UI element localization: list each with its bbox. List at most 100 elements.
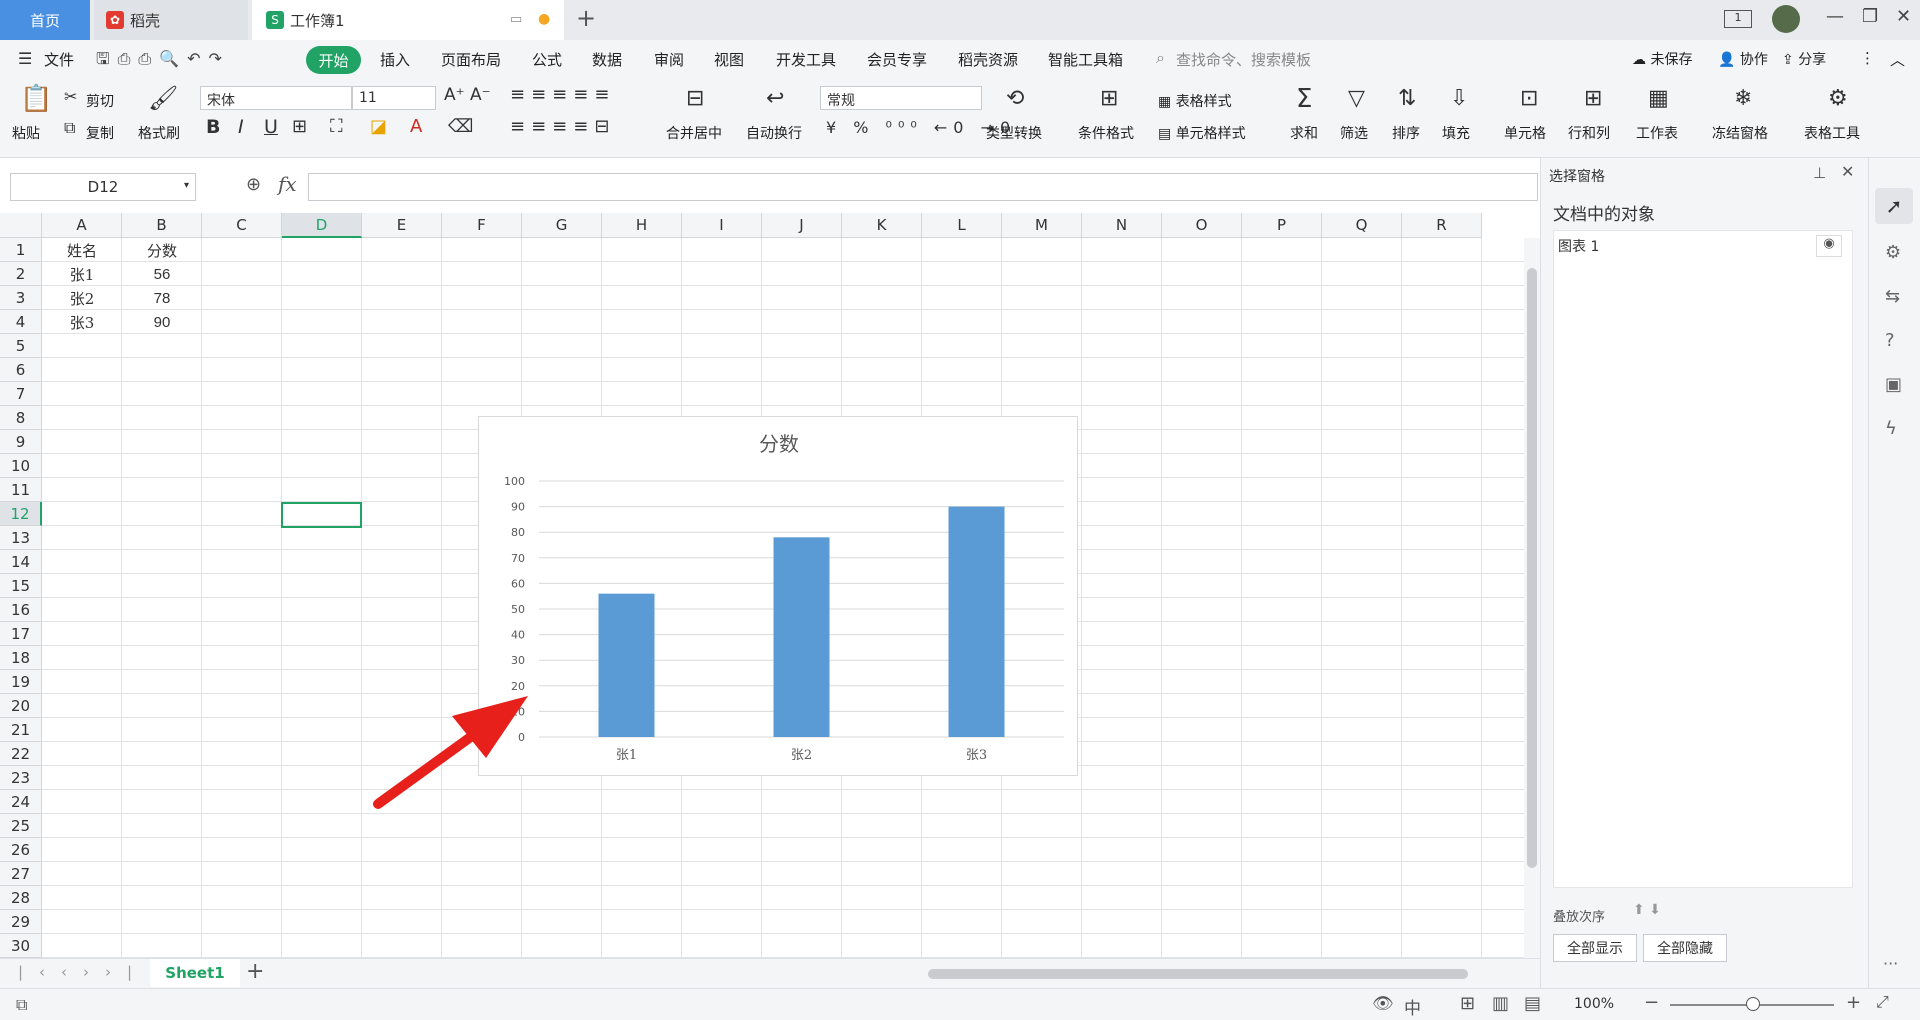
col-header-m[interactable]: M — [1002, 213, 1082, 238]
clear-icon[interactable]: ⌫ — [448, 118, 473, 136]
row-header-30[interactable]: 30 — [0, 934, 42, 958]
col-header-j[interactable]: J — [762, 213, 842, 238]
more-options-icon[interactable]: ··· — [1883, 954, 1898, 973]
selection-pane-title[interactable]: 选择窗格 — [1549, 166, 1605, 186]
cell-b3[interactable]: 78 — [122, 286, 202, 310]
cell-icon[interactable]: ⊡ — [1520, 88, 1538, 110]
paste-icon[interactable]: 📋 — [20, 86, 52, 112]
menu-file[interactable]: 文件 — [44, 49, 74, 70]
formula-input[interactable] — [308, 173, 1538, 201]
fill-color-icon[interactable]: ◪ — [370, 118, 387, 136]
row-header-27[interactable]: 27 — [0, 862, 42, 886]
copy-button[interactable]: 复制 — [86, 123, 114, 143]
table-style-button[interactable]: ▦ 表格样式 — [1158, 91, 1232, 111]
row-header-5[interactable]: 5 — [0, 334, 42, 358]
row-header-6[interactable]: 6 — [0, 358, 42, 382]
format-painter-button[interactable]: 格式刷 — [138, 123, 180, 143]
worksheet-icon[interactable]: ▦ — [1648, 88, 1669, 110]
row-header-12[interactable]: 12 — [0, 502, 42, 526]
collab-button[interactable]: 👤 协作 — [1718, 49, 1768, 69]
cell-a1[interactable]: 姓名 — [42, 238, 122, 262]
fill-button[interactable]: 填充 — [1442, 123, 1470, 143]
horizontal-scrollbar[interactable] — [928, 969, 1468, 979]
screen-icon[interactable]: ▭ — [510, 12, 522, 27]
select-all-corner[interactable] — [0, 213, 42, 238]
tab-daoke[interactable]: ✿ 稻壳 — [94, 0, 248, 40]
row-header-26[interactable]: 26 — [0, 838, 42, 862]
pin-icon[interactable]: ⊥ — [1813, 164, 1826, 182]
paste-button[interactable]: 粘贴 — [12, 123, 40, 143]
menu-view[interactable]: 视图 — [714, 49, 744, 70]
page-break-view-icon[interactable]: ▤ — [1524, 993, 1541, 1014]
sort-icon[interactable]: ⇅ — [1398, 88, 1416, 110]
rowcol-icon[interactable]: ⊞ — [1584, 88, 1602, 110]
align-top-icons[interactable]: ≡≡≡≡≡ — [510, 86, 615, 104]
col-header-g[interactable]: G — [522, 213, 602, 238]
format-painter-icon[interactable]: 🖌 — [148, 86, 178, 110]
row-header-8[interactable]: 8 — [0, 406, 42, 430]
menu-member[interactable]: 会员专享 — [867, 49, 927, 70]
eye-protect-icon[interactable]: 👁 — [1372, 994, 1394, 1014]
window-mode-icon[interactable]: 1 — [1724, 10, 1752, 28]
menu-start[interactable]: 开始 — [306, 46, 361, 74]
settings-sliders-icon[interactable]: ⚙ — [1885, 242, 1901, 263]
col-header-k[interactable]: K — [842, 213, 922, 238]
col-header-l[interactable]: L — [922, 213, 1002, 238]
sheet-nav-arrows-icon[interactable]: |‹‹››| — [18, 963, 148, 981]
col-header-d[interactable]: D — [282, 213, 362, 238]
collapse-ribbon-icon[interactable]: ︿ — [1890, 49, 1905, 70]
row-header-18[interactable]: 18 — [0, 646, 42, 670]
row-header-16[interactable]: 16 — [0, 598, 42, 622]
row-header-20[interactable]: 20 — [0, 694, 42, 718]
font-family-select[interactable]: 宋体 — [200, 86, 352, 110]
col-header-e[interactable]: E — [362, 213, 442, 238]
cut-button[interactable]: 剪切 — [86, 91, 114, 111]
table-tools-button[interactable]: 表格工具 — [1804, 123, 1860, 143]
input-method-icon[interactable]: 中 — [1404, 994, 1421, 1019]
cell-b1[interactable]: 分数 — [122, 238, 202, 262]
normal-view-icon[interactable]: ⊞ — [1460, 993, 1475, 1014]
row-header-7[interactable]: 7 — [0, 382, 42, 406]
type-convert-button[interactable]: 类型转换 — [986, 123, 1042, 143]
cell-b4[interactable]: 90 — [122, 310, 202, 334]
tab-workbook[interactable]: S 工作簿1 ▭ ● — [252, 0, 564, 40]
bold-icon[interactable]: B — [206, 118, 220, 137]
cond-format-button[interactable]: 条件格式 — [1078, 123, 1134, 143]
name-box[interactable]: D12 ▾ — [10, 173, 196, 201]
col-header-n[interactable]: N — [1082, 213, 1162, 238]
row-header-19[interactable]: 19 — [0, 670, 42, 694]
row-header-25[interactable]: 25 — [0, 814, 42, 838]
sort-button[interactable]: 排序 — [1392, 123, 1420, 143]
quick-access-icons[interactable]: 🖫⎙⎙🔍↶↷ — [96, 48, 230, 75]
col-header-q[interactable]: Q — [1322, 213, 1402, 238]
row-header-1[interactable]: 1 — [0, 238, 42, 262]
col-header-p[interactable]: P — [1242, 213, 1322, 238]
more-icon[interactable]: ⋮ — [1860, 49, 1875, 67]
col-header-o[interactable]: O — [1162, 213, 1242, 238]
row-header-10[interactable]: 10 — [0, 454, 42, 478]
new-tab-icon[interactable]: + — [576, 4, 596, 32]
minimize-icon[interactable]: — — [1826, 6, 1844, 27]
object-item-chart1[interactable]: 图表 1 ◉ — [1554, 231, 1852, 261]
lightning-icon[interactable]: ϟ — [1885, 418, 1897, 439]
menu-formula[interactable]: 公式 — [532, 49, 562, 70]
row-header-22[interactable]: 22 — [0, 742, 42, 766]
fx-icon[interactable]: fx — [278, 172, 297, 196]
cond-format-icon[interactable]: ⊞ — [1100, 88, 1118, 110]
zoom-out-icon[interactable]: − — [1644, 992, 1659, 1013]
row-header-9[interactable]: 9 — [0, 430, 42, 454]
active-cell-d12[interactable] — [281, 502, 362, 528]
row-header-15[interactable]: 15 — [0, 574, 42, 598]
fill-icon[interactable]: ⇩ — [1450, 88, 1468, 110]
pane-close-icon[interactable]: ✕ — [1841, 162, 1854, 181]
table-tools-icon[interactable]: ⚙ — [1828, 88, 1848, 110]
border-icon[interactable]: ⊞ — [292, 118, 307, 136]
cell-b2[interactable]: 56 — [122, 262, 202, 286]
col-header-b[interactable]: B — [122, 213, 202, 238]
hide-all-button[interactable]: 全部隐藏 — [1643, 934, 1727, 962]
col-header-i[interactable]: I — [682, 213, 762, 238]
tab-home[interactable]: 首页 — [0, 0, 90, 40]
number-format-select[interactable]: 常规 — [820, 86, 982, 110]
row-header-21[interactable]: 21 — [0, 718, 42, 742]
show-all-button[interactable]: 全部显示 — [1553, 934, 1637, 962]
